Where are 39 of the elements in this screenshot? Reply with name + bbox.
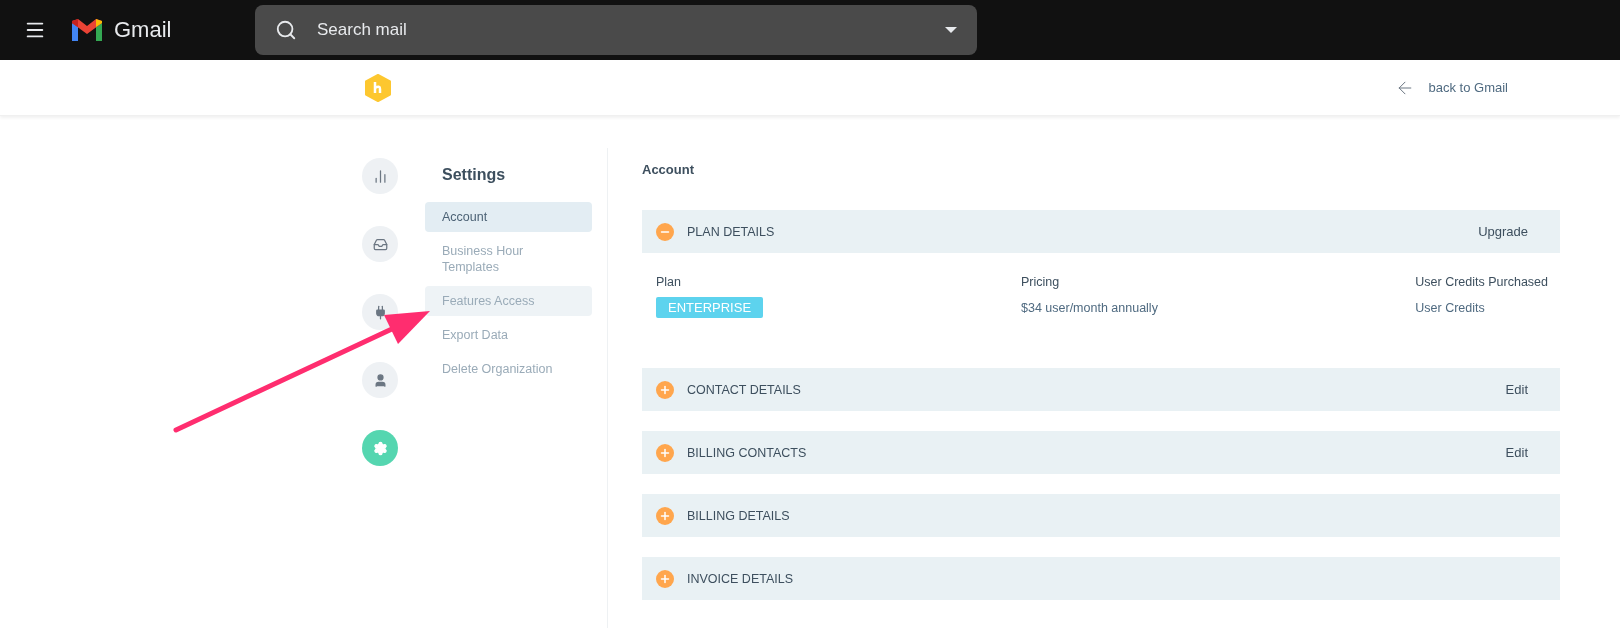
- dropdown-caret-icon[interactable]: [945, 27, 957, 33]
- section-header[interactable]: CONTACT DETAILS Edit: [642, 368, 1560, 411]
- search-field[interactable]: Search mail: [255, 5, 977, 55]
- search-icon: [275, 19, 297, 41]
- field-label: User Credits Purchased: [1415, 275, 1548, 289]
- chart-icon[interactable]: [362, 158, 398, 194]
- page-title: Account: [642, 162, 695, 177]
- plan-badge: ENTERPRISE: [656, 297, 764, 318]
- user-icon[interactable]: [362, 362, 398, 398]
- section-title: INVOICE DETAILS: [687, 571, 795, 586]
- expand-icon[interactable]: [656, 569, 674, 588]
- section-action-button[interactable]: Edit: [1505, 445, 1528, 460]
- section-title: PLAN DETAILS: [687, 224, 776, 239]
- app-name: Gmail: [114, 17, 172, 43]
- section-action-button[interactable]: Edit: [1505, 382, 1528, 397]
- back-link[interactable]: back to Gmail: [1394, 77, 1508, 98]
- expand-icon[interactable]: [656, 443, 674, 462]
- settings-title: Settings: [441, 166, 507, 184]
- hexagon-logo-icon: [365, 73, 391, 102]
- section-title: BILLING DETAILS: [687, 508, 791, 523]
- section-header[interactable]: INVOICE DETAILS: [642, 557, 1560, 600]
- field-label: Pricing: [1021, 275, 1060, 289]
- collapse-icon[interactable]: [656, 222, 674, 241]
- expand-icon[interactable]: [656, 380, 674, 399]
- settings-icon[interactable]: [362, 430, 398, 466]
- section-header[interactable]: PLAN DETAILS Upgrade: [642, 210, 1560, 253]
- envelope-logo-icon: [70, 17, 104, 43]
- field-value: User Credits: [1415, 301, 1485, 315]
- section-title: CONTACT DETAILS: [687, 382, 802, 397]
- section-title: BILLING CONTACTS: [687, 445, 808, 460]
- section-header[interactable]: BILLING DETAILS: [642, 494, 1560, 537]
- inbox-icon[interactable]: [362, 226, 398, 262]
- field-value: $34 user/month annually: [1021, 301, 1158, 315]
- expand-icon[interactable]: [656, 506, 674, 525]
- field-label: Plan: [656, 275, 682, 289]
- section-header[interactable]: BILLING CONTACTS Edit: [642, 431, 1560, 474]
- section-action-button[interactable]: Upgrade: [1478, 224, 1528, 239]
- search-input[interactable]: Search mail: [315, 19, 927, 41]
- nav-item[interactable]: Account: [425, 202, 592, 232]
